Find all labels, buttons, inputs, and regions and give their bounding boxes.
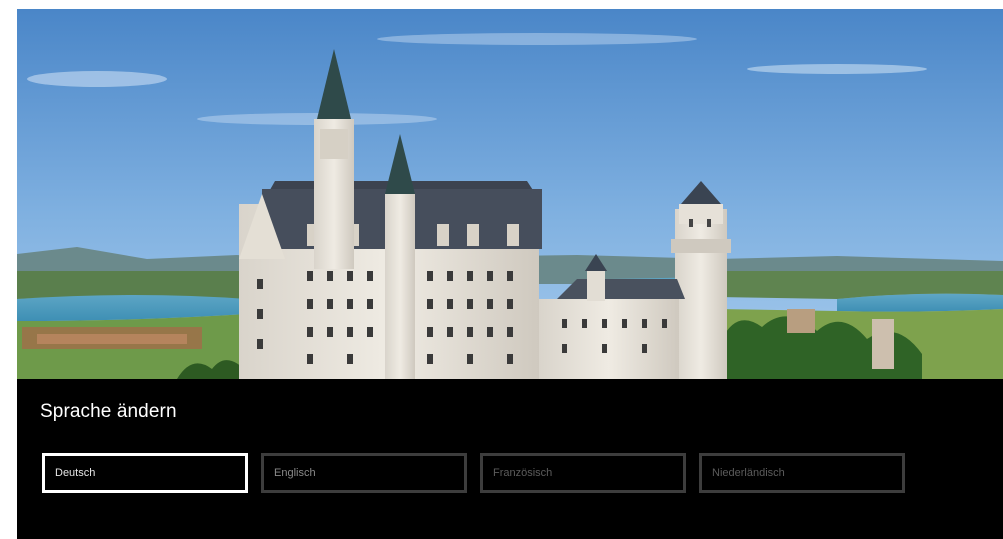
language-option-franzoesisch[interactable]: Französisch [480,453,686,493]
background-image-castle [17,9,1003,379]
language-option-niederlaendisch[interactable]: Niederländisch [699,453,905,493]
language-option-englisch[interactable]: Englisch [261,453,467,493]
panel-title: Sprache ändern [40,401,177,422]
language-option-deutsch[interactable]: Deutsch [42,453,248,493]
tv-screen: Sprache ändern Deutsch Englisch Französi… [17,9,1003,539]
language-panel: Sprache ändern Deutsch Englisch Französi… [17,379,1003,539]
language-options: Deutsch Englisch Französisch Niederländi… [42,453,912,493]
